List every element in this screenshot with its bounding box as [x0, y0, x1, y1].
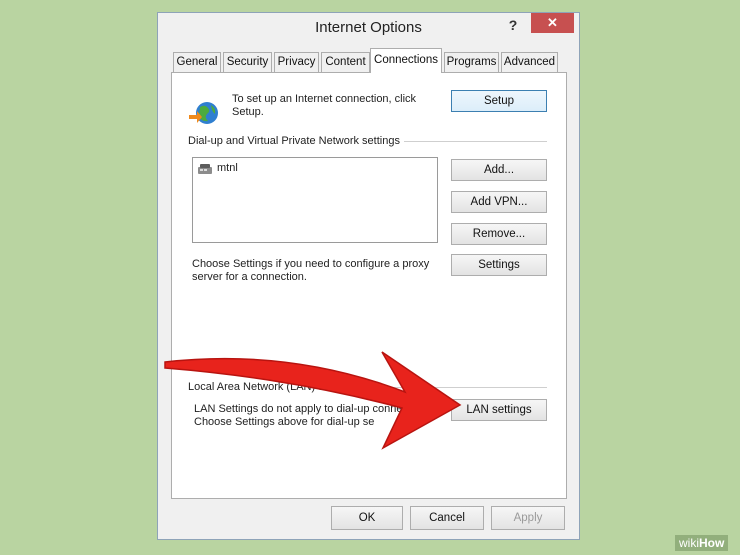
watermark-how: How: [699, 536, 725, 550]
watermark-wiki: wiki: [679, 536, 699, 550]
wikihow-watermark: wikiHow: [675, 535, 729, 551]
red-arrow-annotation: [164, 351, 462, 450]
